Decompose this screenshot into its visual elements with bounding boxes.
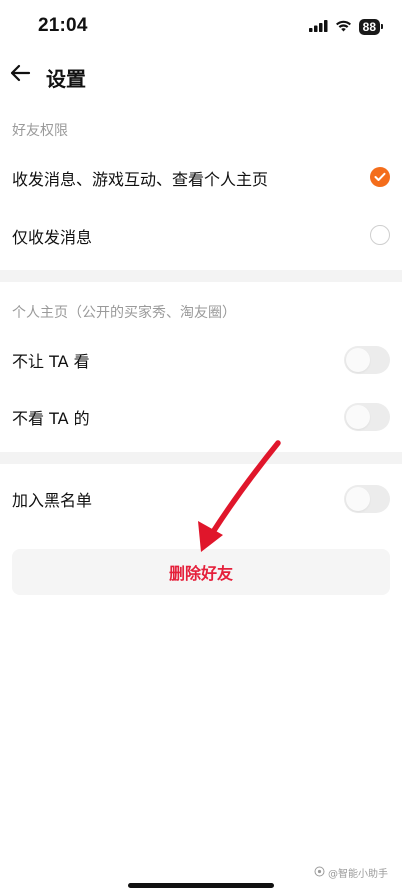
toggle-knob: [346, 405, 370, 429]
back-button[interactable]: [6, 61, 34, 89]
watermark-text: @智能小助手: [328, 869, 388, 880]
radio-unchecked-icon[interactable]: [370, 225, 390, 245]
status-time: 21:04: [38, 15, 88, 36]
toggle-knob: [346, 487, 370, 511]
permission-option-messages-only[interactable]: 仅收发消息: [0, 210, 402, 260]
hide-their-profile-label: 不看 TA 的: [12, 409, 90, 428]
watermark-logo-icon: [314, 866, 325, 880]
friend-permissions-header: 好友权限: [12, 123, 68, 139]
hide-their-profile-toggle[interactable]: [344, 403, 390, 431]
wifi-icon: [335, 17, 352, 36]
nav-bar: 设置: [0, 52, 402, 98]
signal-icon: [308, 17, 328, 36]
home-indicator[interactable]: [128, 883, 274, 888]
permission-option-label: 收发消息、游戏互动、查看个人主页: [12, 170, 269, 189]
blacklist-label: 加入黑名单: [12, 491, 93, 510]
permission-option-full[interactable]: 收发消息、游戏互动、查看个人主页: [0, 152, 402, 202]
profile-header: 个人主页（公开的买家秀、淘友圈）: [12, 305, 236, 321]
status-icons: 88: [308, 17, 384, 36]
blacklist-row[interactable]: 加入黑名单: [0, 473, 402, 523]
toggle-knob: [346, 348, 370, 372]
page-title: 设置: [46, 67, 86, 91]
hide-my-profile-label: 不让 TA 看: [12, 352, 90, 371]
status-bar: 21:04 88: [0, 0, 402, 52]
section-divider: [0, 452, 402, 464]
radio-checked-icon[interactable]: [370, 167, 390, 187]
back-arrow-icon: [9, 64, 31, 86]
blacklist-toggle[interactable]: [344, 485, 390, 513]
permission-option-label: 仅收发消息: [12, 228, 93, 247]
section-divider: [0, 270, 402, 282]
watermark: @智能小助手: [314, 865, 388, 880]
hide-my-profile-row[interactable]: 不让 TA 看: [0, 334, 402, 384]
hide-my-profile-toggle[interactable]: [344, 346, 390, 374]
hide-their-profile-row[interactable]: 不看 TA 的: [0, 391, 402, 441]
battery-icon: 88: [358, 18, 384, 35]
delete-friend-button[interactable]: 删除好友: [12, 549, 390, 595]
